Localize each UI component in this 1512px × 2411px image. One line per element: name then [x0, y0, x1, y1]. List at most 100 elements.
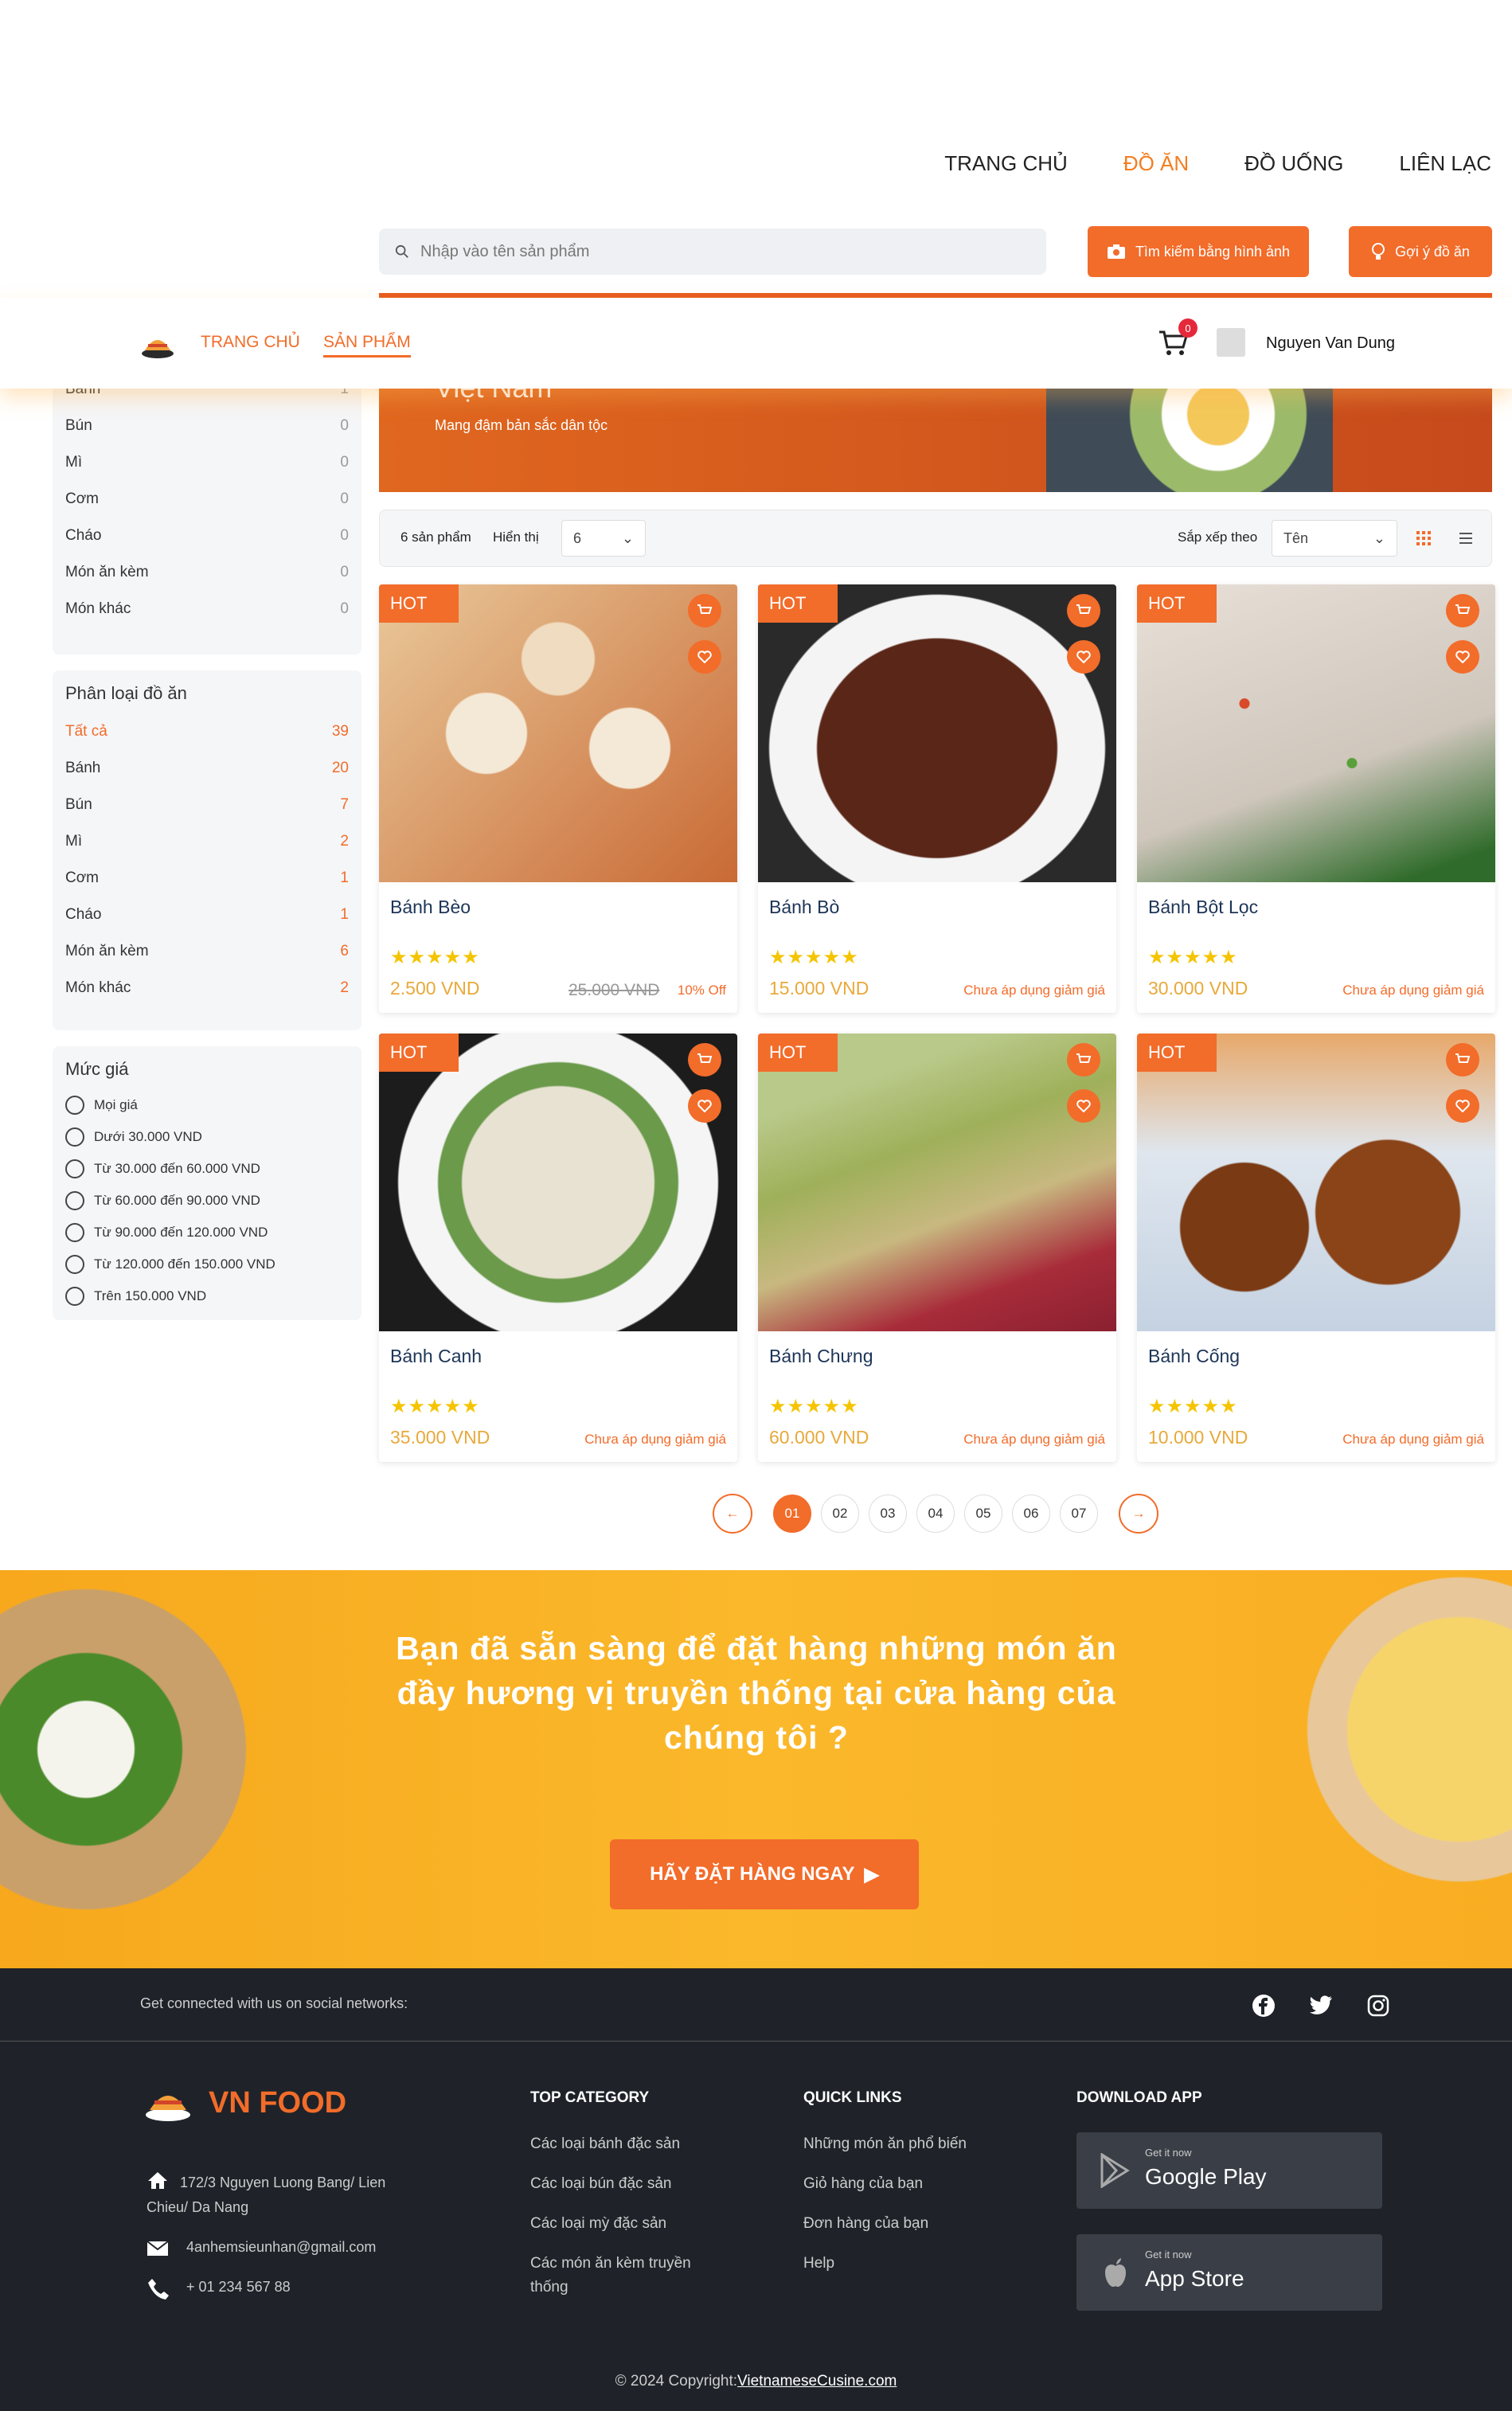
price-option[interactable]: Từ 120.000 đến 150.000 VND — [65, 1255, 275, 1274]
add-to-cart-button[interactable] — [1446, 594, 1479, 627]
cta-heading: Bạn đã sẵn sàng để đặt hàng những món ăn… — [396, 1630, 1117, 1756]
page-button[interactable]: 07 — [1060, 1495, 1098, 1533]
price-option[interactable]: Trên 150.000 VND — [65, 1287, 206, 1306]
heart-icon — [1455, 1100, 1470, 1112]
sort-select[interactable]: Tên ⌄ — [1272, 520, 1397, 557]
list-view-icon[interactable] — [1459, 533, 1472, 544]
nav-contact[interactable]: LIÊN LẠC — [1399, 151, 1491, 176]
search-input[interactable]: Nhập vào tên sản phẩm — [379, 229, 1046, 275]
wishlist-button[interactable] — [1067, 1089, 1100, 1123]
footer-link[interactable]: Các loại mỳ đặc sản — [530, 2212, 666, 2236]
nav-home[interactable]: TRANG CHỦ — [944, 151, 1068, 176]
app-store-button[interactable]: Get it now App Store — [1076, 2234, 1382, 2311]
logo-icon[interactable] — [140, 326, 175, 361]
product-image[interactable] — [758, 1034, 1116, 1331]
product-name[interactable]: Bánh Bò — [769, 897, 839, 918]
add-to-cart-button[interactable] — [688, 594, 721, 627]
category-item[interactable]: Mì 2 — [65, 833, 349, 850]
product-name[interactable]: Bánh Bột Lọc — [1148, 897, 1258, 918]
category-item[interactable]: Bánh 20 — [65, 760, 349, 777]
add-to-cart-button[interactable] — [688, 1043, 721, 1077]
page-button[interactable]: 03 — [869, 1495, 907, 1533]
wishlist-button[interactable] — [688, 640, 721, 674]
add-to-cart-button[interactable] — [1446, 1043, 1479, 1077]
category-item[interactable]: Bún 7 — [65, 796, 349, 814]
show-count-select[interactable]: 6 ⌄ — [561, 520, 646, 557]
category-item[interactable]: Món khác 2 — [65, 979, 349, 997]
nav-drinks[interactable]: ĐỒ UỐNG — [1244, 151, 1343, 176]
category-item[interactable]: Cơm 1 — [65, 869, 349, 887]
hot-badge: HOT — [758, 584, 838, 623]
price-option[interactable]: Từ 30.000 đến 60.000 VND — [65, 1159, 260, 1178]
footer-link[interactable]: Các loại bún đặc sản — [530, 2172, 671, 2196]
footer-link[interactable]: Các loại bánh đặc sản — [530, 2132, 680, 2156]
footer-link[interactable]: Đơn hàng của bạn — [803, 2212, 928, 2236]
sticky-nav-products[interactable]: SẢN PHẨM — [323, 333, 411, 358]
product-image[interactable] — [379, 1034, 737, 1331]
filter-item[interactable]: Món ăn kèm 0 — [65, 564, 349, 581]
product-price: 2.500 VND — [390, 978, 480, 998]
product-card[interactable]: HOT Bánh Cống ★★★★★ 10.000 VND Chưa áp d… — [1137, 1034, 1495, 1462]
copyright-link[interactable]: VietnameseCusine.com — [737, 2373, 897, 2390]
wishlist-button[interactable] — [1067, 640, 1100, 674]
page-button[interactable]: 05 — [964, 1495, 1002, 1533]
order-now-button[interactable]: HÃY ĐẶT HÀNG NGAY ▶ — [610, 1839, 919, 1909]
footer-phone[interactable]: + 01 234 567 88 — [186, 2279, 291, 2296]
page-button[interactable]: 04 — [916, 1495, 955, 1533]
twitter-icon[interactable] — [1309, 1995, 1333, 2016]
footer-email[interactable]: 4anhemsieunhan@gmail.com — [186, 2239, 376, 2256]
product-image[interactable] — [1137, 584, 1495, 882]
footer-link[interactable]: Các món ăn kèm truyền thống — [530, 2252, 721, 2300]
product-count: 6 sản phẩm — [400, 529, 471, 545]
grid-view-icon[interactable] — [1416, 531, 1431, 545]
filter-item[interactable]: Cơm 0 — [65, 490, 349, 508]
avatar[interactable] — [1217, 328, 1245, 357]
user-name[interactable]: Nguyen Van Dung — [1266, 334, 1395, 353]
page-button[interactable]: 01 — [773, 1495, 811, 1533]
product-name[interactable]: Bánh Chưng — [769, 1346, 873, 1367]
product-card[interactable]: HOT Bánh Bèo ★★★★★ 2.500 VND 25.000 VND … — [379, 584, 737, 1013]
nav-food[interactable]: ĐỒ ĂN — [1123, 151, 1189, 176]
price-option[interactable]: Từ 90.000 đến 120.000 VND — [65, 1223, 268, 1242]
wishlist-button[interactable] — [1446, 1089, 1479, 1123]
sticky-nav-home[interactable]: TRANG CHỦ — [201, 333, 300, 352]
google-play-button[interactable]: Get it now Google Play — [1076, 2132, 1382, 2209]
footer-link[interactable]: Những món ăn phổ biến — [803, 2132, 967, 2156]
product-name[interactable]: Bánh Bèo — [390, 897, 471, 918]
image-search-button[interactable]: Tìm kiếm bằng hình ảnh — [1088, 226, 1309, 277]
price-option[interactable]: Từ 60.000 đến 90.000 VND — [65, 1191, 260, 1210]
add-to-cart-button[interactable] — [1067, 1043, 1100, 1077]
product-card[interactable]: HOT Bánh Bò ★★★★★ 15.000 VND Chưa áp dụn… — [758, 584, 1116, 1013]
add-to-cart-button[interactable] — [1067, 594, 1100, 627]
product-image[interactable] — [379, 584, 737, 882]
filter-item[interactable]: Bún 0 — [65, 417, 349, 435]
price-option[interactable]: Dưới 30.000 VND — [65, 1127, 202, 1147]
filter-item[interactable]: Cháo 0 — [65, 527, 349, 545]
hot-badge: HOT — [1137, 1034, 1217, 1072]
product-name[interactable]: Bánh Cống — [1148, 1346, 1240, 1367]
category-item[interactable]: Món ăn kèm 6 — [65, 943, 349, 960]
facebook-icon[interactable] — [1252, 1994, 1276, 2018]
wishlist-button[interactable] — [1446, 640, 1479, 674]
suggest-button[interactable]: Gợi ý đồ ăn — [1349, 226, 1492, 277]
footer-link[interactable]: Giỏ hàng của bạn — [803, 2172, 923, 2196]
instagram-icon[interactable] — [1366, 1994, 1390, 2018]
page-button[interactable]: 06 — [1012, 1495, 1050, 1533]
footer-link[interactable]: Help — [803, 2252, 834, 2276]
price-option[interactable]: Mọi giá — [65, 1096, 138, 1115]
category-item[interactable]: Cháo 1 — [65, 906, 349, 924]
logo-icon[interactable] — [143, 2080, 193, 2123]
next-page-button[interactable]: → — [1119, 1494, 1158, 1534]
product-image[interactable] — [758, 584, 1116, 882]
product-card[interactable]: HOT Bánh Canh ★★★★★ 35.000 VND Chưa áp d… — [379, 1034, 737, 1462]
product-image[interactable] — [1137, 1034, 1495, 1331]
page-button[interactable]: 02 — [821, 1495, 859, 1533]
product-card[interactable]: HOT Bánh Chưng ★★★★★ 60.000 VND Chưa áp … — [758, 1034, 1116, 1462]
category-item-all[interactable]: Tất cả 39 — [65, 723, 349, 740]
product-name[interactable]: Bánh Canh — [390, 1346, 482, 1367]
filter-item[interactable]: Món khác 0 — [65, 600, 349, 618]
filter-item[interactable]: Mì 0 — [65, 454, 349, 471]
product-card[interactable]: HOT Bánh Bột Lọc ★★★★★ 30.000 VND Chưa á… — [1137, 584, 1495, 1013]
wishlist-button[interactable] — [688, 1089, 721, 1123]
prev-page-button[interactable]: ← — [713, 1494, 752, 1534]
